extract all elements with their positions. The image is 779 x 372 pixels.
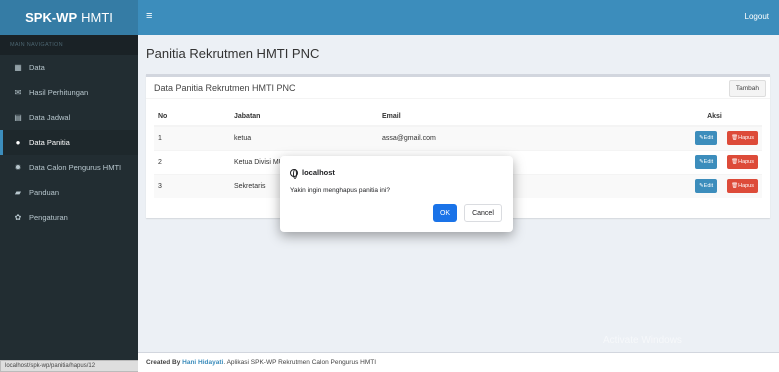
sidebar-toggle-icon[interactable]: ≡ [146, 10, 152, 22]
cell-no: 1 [154, 125, 230, 150]
sidebar-item-label: Pengaturan [29, 213, 68, 222]
tambah-button[interactable]: Tambah [728, 80, 766, 97]
sidebar-item-label: Hasil Perhitungan [29, 88, 89, 97]
cell-no: 2 [154, 149, 230, 174]
user-icon: ● [15, 138, 21, 147]
cell-aksi: ✎Edit 🗑Hapus [663, 149, 762, 174]
sidebar-header: MAIN NAVIGATION [0, 35, 138, 55]
dialog-origin-label: localhost [302, 168, 335, 177]
edit-button[interactable]: ✎Edit [695, 179, 718, 194]
table-header-row: No Jabatan Email Aksi [154, 108, 762, 127]
sidebar-item-pengaturan[interactable]: ✿ Pengaturan [0, 205, 138, 230]
box-header: Data Panitia Rekrutmen HMTI PNC Tambah [146, 77, 770, 99]
windows-activation-watermark: Activate Windows [603, 335, 682, 346]
sidebar-item-data-jadwal[interactable]: ▤ Data Jadwal [0, 105, 138, 130]
sidebar-item-data-calon-pengurus[interactable]: ✹ Data Calon Pengurus HMTI [0, 155, 138, 180]
sidebar-item-panduan[interactable]: ▰ Panduan [0, 180, 138, 205]
footer-prefix: Created By [146, 359, 181, 366]
hapus-button[interactable]: 🗑Hapus [727, 131, 758, 146]
book-icon: ▰ [14, 188, 22, 197]
cell-jabatan: ketua [230, 125, 378, 150]
brand-rest: HMTI [81, 10, 113, 25]
sidebar-item-label: Panduan [29, 188, 60, 197]
table-row: 1 ketua assa@gmail.com ✎Edit 🗑Hapus [154, 125, 762, 150]
column-header-no: No [154, 108, 230, 127]
brand-logo[interactable]: SPK-WP HMTI [0, 0, 138, 35]
envelope-icon: ✉ [14, 88, 22, 97]
cell-email: assa@gmail.com [378, 125, 663, 150]
sidebar-item-label: Data [29, 63, 45, 72]
dialog-message: Yakin ingin menghapus panitia ini? [290, 187, 390, 194]
box-title: Data Panitia Rekrutmen HMTI PNC [154, 83, 296, 93]
cancel-button[interactable]: Cancel [464, 204, 502, 222]
footer: Created By Hani Hidayati. Aplikasi SPK-W… [138, 352, 779, 372]
calendar-icon: ▤ [14, 113, 22, 122]
cell-aksi: ✎Edit 🗑Hapus [663, 125, 762, 150]
sidebar-item-data[interactable]: ▦ Data [0, 55, 138, 80]
top-navbar: ≡ Logout [138, 0, 779, 35]
sidebar-item-label: Data Jadwal [29, 113, 71, 122]
gear-icon: ✿ [14, 213, 22, 222]
page-title: Panitia Rekrutmen HMTI PNC [146, 46, 320, 61]
sidebar-item-label: Data Panitia [29, 138, 70, 147]
browser-status-url: localhost/spk-wp/panitia/hapus/12 [0, 360, 150, 372]
dialog-origin: localhost [290, 168, 335, 179]
globe-icon [290, 168, 298, 179]
sidebar-item-data-panitia[interactable]: ● Data Panitia [0, 130, 138, 155]
edit-button[interactable]: ✎Edit [695, 155, 718, 169]
column-header-email: Email [378, 108, 663, 127]
sidebar-item-label: Data Calon Pengurus HMTI [29, 163, 122, 172]
footer-suffix: . Aplikasi SPK-WP Rekrutmen Calon Pengur… [223, 359, 377, 366]
hapus-button[interactable]: 🗑Hapus [727, 179, 758, 194]
brand-bold: SPK-WP [25, 10, 78, 25]
edit-button[interactable]: ✎Edit [695, 131, 718, 146]
users-icon: ✹ [14, 163, 22, 172]
table-icon: ▦ [14, 63, 22, 72]
column-header-jabatan: Jabatan [230, 108, 378, 127]
cell-no: 3 [154, 173, 230, 198]
logout-link[interactable]: Logout [745, 12, 769, 21]
hapus-button[interactable]: 🗑Hapus [727, 155, 758, 169]
sidebar: MAIN NAVIGATION ▦ Data ✉ Hasil Perhitung… [0, 35, 138, 372]
sidebar-item-hasil-perhitungan[interactable]: ✉ Hasil Perhitungan [0, 80, 138, 105]
cell-aksi: ✎Edit 🗑Hapus [663, 173, 762, 198]
footer-author-link[interactable]: Hani Hidayati [182, 359, 223, 366]
column-header-aksi: Aksi [663, 108, 762, 127]
ok-button[interactable]: OK [433, 204, 457, 222]
confirm-dialog: localhost Yakin ingin menghapus panitia … [280, 156, 513, 232]
